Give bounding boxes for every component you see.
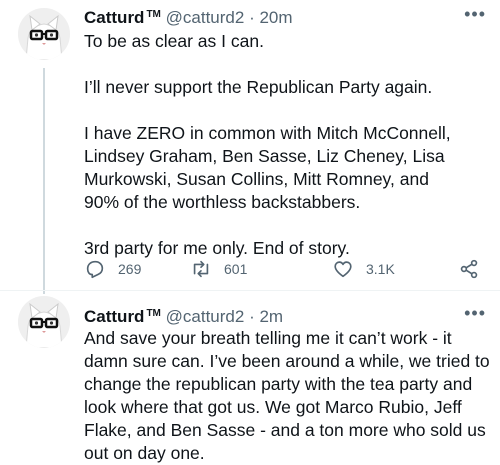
tweet-paragraph: I’ll never support the Republican Party … [84, 77, 433, 97]
like-button[interactable]: 3.1K [332, 258, 395, 280]
like-count: 3.1K [366, 261, 395, 277]
tweet-paragraph: To be as clear as I can. [84, 31, 264, 51]
avatar[interactable] [18, 296, 70, 348]
retweet-button[interactable]: 601 [190, 258, 247, 280]
cat-with-glasses-avatar-icon [18, 296, 70, 348]
tweet-paragraph: 3rd party for me only. End of story. [84, 238, 350, 258]
share-button[interactable] [458, 258, 492, 280]
user-handle[interactable]: @catturd2 [166, 307, 245, 326]
tweet-text: To be as clear as I can. I’ll never supp… [84, 30, 494, 260]
separator-dot: · [249, 8, 255, 27]
retweet-icon [193, 260, 209, 278]
tweet[interactable]: Catturd TM @catturd2 · 2m ••• And save yo… [0, 291, 500, 465]
trademark-badge: TM [146, 308, 161, 319]
tweet-header: Catturd TM @catturd2 · 20m [84, 4, 293, 29]
tweet-paragraph: I have ZERO in common with Mitch McConne… [84, 123, 451, 212]
share-icon [460, 259, 478, 279]
avatar[interactable] [18, 8, 70, 60]
trademark-badge: TM [146, 9, 161, 20]
tweet-paragraph: And save your breath telling me it can’t… [84, 328, 490, 463]
tweet-actions: 269 601 3.1K [84, 258, 484, 282]
tweet-text: And save your breath telling me it can’t… [84, 327, 494, 465]
user-handle[interactable]: @catturd2 [166, 8, 245, 27]
display-name[interactable]: Catturd [84, 307, 144, 326]
display-name[interactable]: Catturd [84, 8, 144, 27]
heart-icon [334, 261, 352, 278]
thread-line [43, 68, 45, 294]
retweet-count: 601 [224, 261, 248, 277]
tweet-header: Catturd TM @catturd2 · 2m [84, 303, 283, 328]
cat-with-glasses-avatar-icon [18, 8, 70, 60]
reply-count: 269 [118, 261, 142, 277]
separator-dot: · [249, 307, 255, 326]
timestamp[interactable]: 20m [259, 8, 292, 27]
timestamp[interactable]: 2m [259, 307, 283, 326]
reply-icon [86, 260, 104, 279]
more-options-icon[interactable]: ••• [464, 4, 486, 25]
tweet[interactable]: Catturd TM @catturd2 · 20m ••• To be as c… [0, 0, 500, 294]
more-options-icon[interactable]: ••• [464, 303, 486, 324]
reply-button[interactable]: 269 [84, 258, 141, 280]
